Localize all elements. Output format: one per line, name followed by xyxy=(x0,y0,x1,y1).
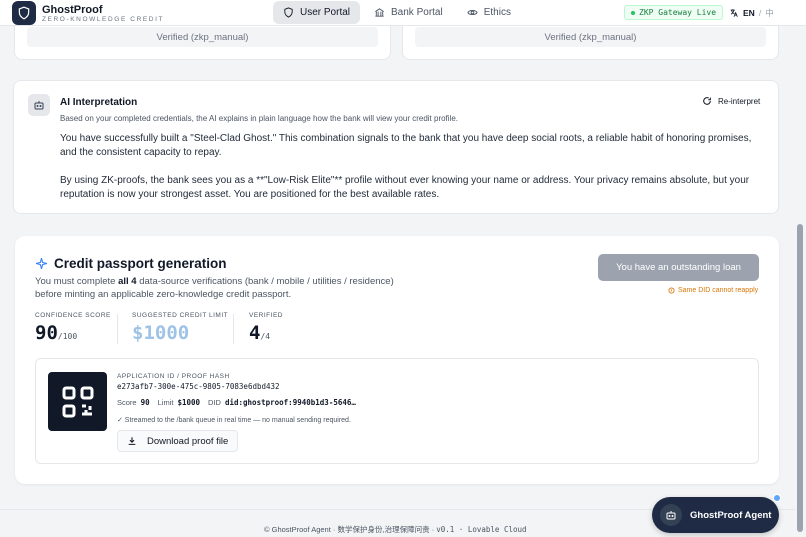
footer-version: v0.1 · Lovable Cloud xyxy=(436,525,527,534)
logo[interactable] xyxy=(12,1,36,25)
stream-note: ✓ Streamed to the /bank queue in real ti… xyxy=(117,417,351,424)
shield-logo-icon xyxy=(18,6,30,20)
nav-user-portal-label: User Portal xyxy=(300,7,351,18)
nav-bank-portal-label: Bank Portal xyxy=(391,7,443,18)
confidence-max: /100 xyxy=(57,332,78,341)
did-label: DID xyxy=(208,398,221,407)
limit-detail-label: Limit xyxy=(157,398,174,407)
verified-value-wrap: 4/4 xyxy=(249,322,283,344)
score-value: 90 xyxy=(140,398,150,407)
passport-title: Credit passport generation xyxy=(54,256,227,271)
limit-label: SUGGESTED CREDIT LIMIT xyxy=(132,312,229,319)
scrollbar-thumb[interactable] xyxy=(797,224,803,532)
verified-max: /4 xyxy=(260,332,271,341)
limit-value: $1000 xyxy=(132,322,190,344)
lang-current[interactable]: EN xyxy=(743,8,755,18)
reinterpret-label: Re-interpret xyxy=(718,96,761,106)
nav-user-portal[interactable]: User Portal xyxy=(273,1,361,24)
notification-dot xyxy=(773,494,781,502)
shield-icon xyxy=(284,7,293,18)
brand-name: GhostProof xyxy=(42,4,103,16)
nav-ethics-label: Ethics xyxy=(483,7,511,18)
ai-title: AI Interpretation xyxy=(60,97,138,108)
proof-label: APPLICATION ID / PROOF HASH xyxy=(117,373,230,380)
credit-passport-card: Credit passport generation You must comp… xyxy=(15,236,779,484)
score-label: Score xyxy=(117,398,137,407)
confidence-score-stat: CONFIDENCE SCORE 90/100 xyxy=(35,312,111,344)
ai-paragraph-2: By using ZK-proofs, the bank sees you as… xyxy=(60,175,750,200)
verified-label: VERIFIED xyxy=(249,312,283,319)
verified-status-right: Verified (zkp_manual) xyxy=(415,27,766,47)
refresh-icon xyxy=(703,97,711,105)
ghostproof-agent-button[interactable]: GhostProof Agent xyxy=(652,497,779,533)
limit-detail-value: $1000 xyxy=(177,398,201,407)
confidence-value-wrap: 90/100 xyxy=(35,322,111,344)
nav-bank-portal[interactable]: Bank Portal xyxy=(364,1,453,24)
stat-divider xyxy=(117,314,118,344)
top-header: GhostProof ZERO-KNOWLEDGE CREDIT User Po… xyxy=(0,0,806,26)
language-switcher[interactable]: EN / 中 xyxy=(729,7,774,19)
reapply-text: Same DID cannot reapply xyxy=(678,287,759,294)
status-dot-icon xyxy=(631,10,635,15)
credit-limit-stat: SUGGESTED CREDIT LIMIT $1000 xyxy=(132,312,228,344)
brand-tagline: ZERO-KNOWLEDGE CREDIT xyxy=(42,16,165,23)
robot-icon xyxy=(28,94,50,116)
confidence-label: CONFIDENCE SCORE xyxy=(35,312,111,319)
nav-ethics[interactable]: Ethics xyxy=(457,1,521,24)
gateway-status-text: ZKP Gateway Live xyxy=(639,8,717,17)
footer: © GhostProof Agent · 数学保护身份,治理保障问责 · v0.… xyxy=(264,524,527,535)
ai-interpretation-card: AI Interpretation Re-interpret Based on … xyxy=(13,80,779,214)
reapply-note: Same DID cannot reapply xyxy=(668,287,758,294)
download-icon xyxy=(128,437,136,445)
robot-icon xyxy=(660,504,682,526)
info-circle-icon xyxy=(668,287,675,294)
passport-description: You must complete all 4 data-source veri… xyxy=(35,276,415,301)
main-nav: User Portal Bank Portal Ethics xyxy=(273,1,521,24)
verified-value: 4 xyxy=(249,322,261,344)
gateway-status-badge: ZKP Gateway Live xyxy=(624,5,724,20)
lang-separator: / xyxy=(758,8,762,18)
download-proof-button[interactable]: Download proof file xyxy=(117,430,239,452)
footer-text: © GhostProof Agent · 数学保护身份,治理保障问责 · xyxy=(264,525,437,534)
stat-divider xyxy=(233,314,234,344)
eye-icon xyxy=(467,9,478,16)
ai-subtitle: Based on your completed credentials, the… xyxy=(60,114,459,123)
translate-icon xyxy=(730,9,738,17)
sparkle-icon xyxy=(35,257,48,270)
bank-icon xyxy=(375,8,384,17)
verified-stat: VERIFIED 4/4 xyxy=(249,312,283,344)
proof-details: Score 90 Limit $1000 DID did:ghostproof:… xyxy=(117,398,356,407)
lang-other[interactable]: 中 xyxy=(765,7,774,19)
proof-box: APPLICATION ID / PROOF HASH e273afb7-300… xyxy=(35,358,759,464)
download-label: Download proof file xyxy=(147,435,229,447)
passport-header: Credit passport generation xyxy=(35,256,227,271)
did-value: did:ghostproof:9940b1d3-5646… xyxy=(224,398,356,407)
confidence-value: 90 xyxy=(35,322,58,344)
desc-bold: all 4 xyxy=(118,276,137,287)
ai-paragraph-1: You have successfully built a "Steel-Cla… xyxy=(60,133,752,158)
reinterpret-button[interactable]: Re-interpret xyxy=(702,96,760,106)
agent-label: GhostProof Agent xyxy=(690,509,772,521)
qr-code-icon xyxy=(48,372,107,431)
outstanding-loan-button[interactable]: You have an outstanding loan xyxy=(598,254,759,281)
verified-status-left: Verified (zkp_manual) xyxy=(27,27,378,47)
proof-hash: e273afb7-300e-475c-9805-7083e6dbd432 xyxy=(117,382,280,391)
desc-pre: You must complete xyxy=(35,276,119,287)
